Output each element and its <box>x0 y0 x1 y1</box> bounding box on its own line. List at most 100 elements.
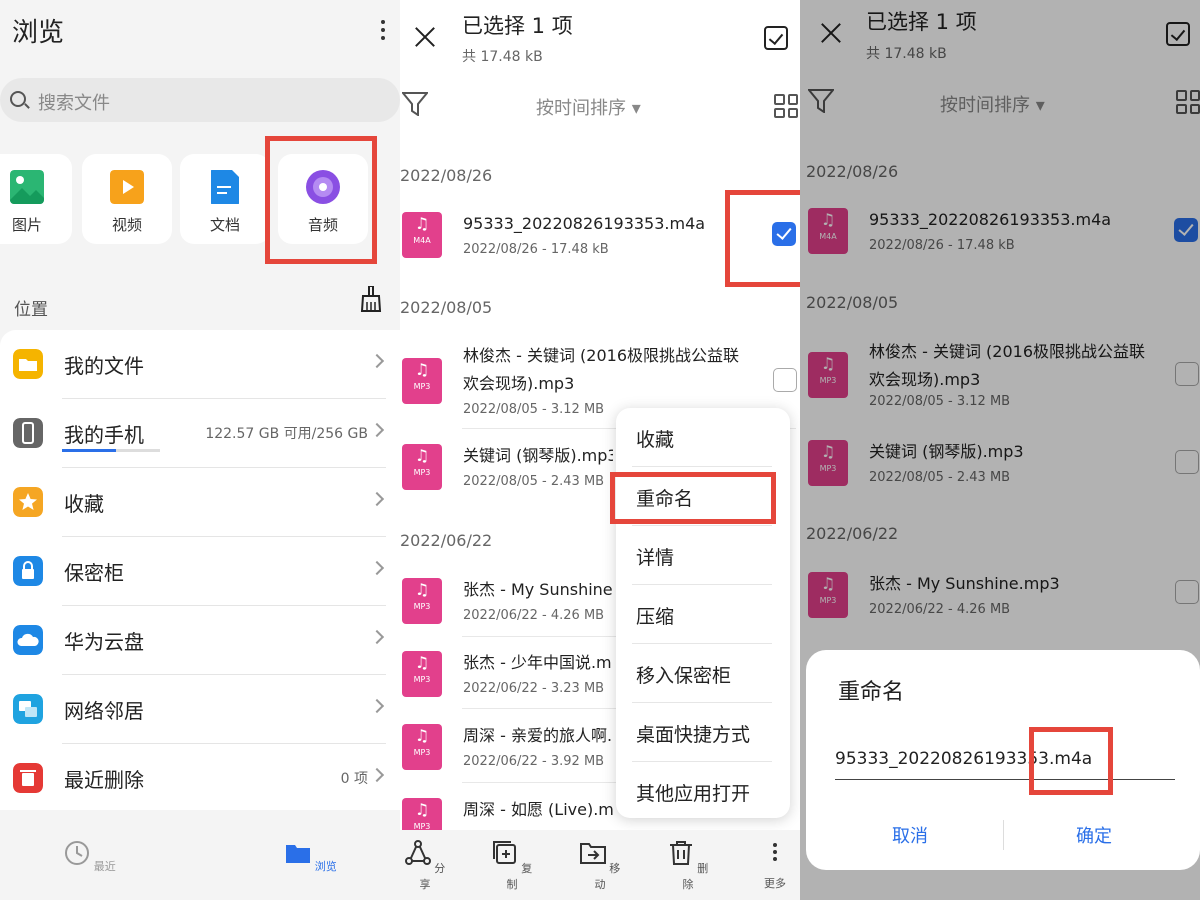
move-icon <box>579 843 606 864</box>
location-cloud-drive[interactable]: 华为云盘 <box>0 606 400 675</box>
more-icon <box>772 843 778 869</box>
select-all-icon[interactable] <box>764 26 788 50</box>
nav-label: 最近 <box>93 860 116 873</box>
location-label: 收藏 <box>64 492 104 516</box>
category-videos[interactable]: 视频 <box>82 154 172 244</box>
selection-size: 共 17.48 kB <box>462 49 543 65</box>
move-button[interactable]: 移动 <box>575 840 625 892</box>
toolbar-label: 移动 <box>594 862 621 891</box>
date-header: 2022/08/26 <box>400 166 493 185</box>
location-label: 网络邻居 <box>64 699 144 723</box>
chevron-right-icon <box>369 698 385 714</box>
delete-button[interactable]: 删除 <box>663 840 713 892</box>
audio-file-icon: ♫ MP3 <box>402 651 442 697</box>
file-name: 张杰 - 少年中国说.mp3 <box>463 653 613 672</box>
location-label: 最近删除 <box>64 768 144 792</box>
grid-view-icon[interactable] <box>774 94 798 118</box>
audio-file-icon: ♫ MP3 <box>402 578 442 624</box>
menu-item-compress[interactable]: 压缩 <box>616 585 790 644</box>
category-images[interactable]: 图片 <box>0 154 72 244</box>
rename-dialog: 重命名 95333_20220826193353.m4a 取消 确定 <box>806 650 1200 870</box>
divider <box>462 782 616 783</box>
bottom-navigation: 最近 浏览 <box>0 830 400 900</box>
sort-label: 按时间排序 <box>536 98 626 119</box>
item-count: 0 项 <box>340 771 368 787</box>
highlight-box <box>1029 727 1113 795</box>
file-info: 2022/08/05 - 3.12 MB <box>463 402 605 417</box>
location-my-files[interactable]: 我的文件 <box>0 330 400 399</box>
menu-item-label: 桌面快捷方式 <box>636 724 751 746</box>
divider <box>462 636 616 637</box>
dialog-title: 重命名 <box>838 680 905 705</box>
search-icon <box>10 91 26 107</box>
menu-item-favorite[interactable]: 收藏 <box>616 408 790 467</box>
cancel-button[interactable]: 取消 <box>892 822 928 848</box>
location-label: 华为云盘 <box>64 630 144 654</box>
file-info: 2022/06/22 - 3.23 MB <box>463 681 605 696</box>
date-header: 2022/06/22 <box>400 531 493 550</box>
audio-file-icon: ♫ MP3 <box>402 724 442 770</box>
more-options-icon[interactable] <box>380 16 386 44</box>
location-favorites[interactable]: 收藏 <box>0 468 400 537</box>
more-button[interactable]: 更多 <box>750 840 800 891</box>
location-list: 我的文件 我的手机 122.57 GB 可用/256 GB 收藏 保密柜 华为云… <box>0 330 400 810</box>
file-checkbox[interactable] <box>773 368 797 392</box>
category-documents[interactable]: 文档 <box>180 154 270 244</box>
section-label-location: 位置 <box>14 300 48 320</box>
toolbar-label: 删除 <box>682 862 709 891</box>
chevron-right-icon <box>369 422 385 438</box>
highlight-box <box>265 136 377 264</box>
location-network[interactable]: 网络邻居 <box>0 675 400 744</box>
video-icon <box>110 170 144 204</box>
storage-bar <box>62 449 160 452</box>
highlight-box <box>725 190 805 287</box>
toolbar-label: 分享 <box>419 862 446 891</box>
nav-browse[interactable]: 浏览 <box>281 840 341 874</box>
file-name: 张杰 - My Sunshine.mp3 <box>463 580 613 599</box>
audio-file-icon: ♫ MP3 <box>402 358 442 404</box>
browse-panel: 浏览 搜索文件 图片 视频 文档 音频 位置 我的文件 我的手机 122.57 <box>0 0 400 900</box>
file-name: 林俊杰 - 关键词 (2016极限挑战公益联欢会现场).mp3 <box>463 346 739 393</box>
menu-item-label: 详情 <box>636 547 675 569</box>
menu-item-label: 压缩 <box>636 606 675 628</box>
chevron-down-icon: ▾ <box>631 98 641 119</box>
date-header: 2022/08/05 <box>400 298 493 317</box>
clock-icon <box>65 841 90 865</box>
menu-item-move-to-safe[interactable]: 移入保密柜 <box>616 644 790 703</box>
selection-title: 已选择 1 项 <box>462 14 573 38</box>
category-label: 文档 <box>209 216 240 234</box>
storage-text: 122.57 GB 可用/256 GB <box>205 426 368 442</box>
share-button[interactable]: 分享 <box>400 840 450 892</box>
menu-item-open-with[interactable]: 其他应用打开 <box>616 762 790 821</box>
location-label: 保密柜 <box>64 561 124 585</box>
chevron-right-icon <box>369 353 385 369</box>
sort-dropdown[interactable]: 按时间排序 ▾ <box>536 94 641 120</box>
lock-icon <box>13 556 43 586</box>
file-name: 周深 - 亲爱的旅人啊.mp3 <box>463 726 613 745</box>
chevron-right-icon <box>369 491 385 507</box>
menu-item-label: 其他应用打开 <box>636 783 751 805</box>
nav-recent[interactable]: 最近 <box>60 840 120 874</box>
category-label: 图片 <box>11 216 42 234</box>
delete-icon <box>669 841 692 865</box>
copy-icon <box>492 841 516 864</box>
phone-icon <box>13 418 43 448</box>
close-icon[interactable] <box>414 26 436 48</box>
action-toolbar: 分享 复制 移动 删除 更多 <box>400 830 800 900</box>
chevron-right-icon <box>369 560 385 576</box>
location-safe[interactable]: 保密柜 <box>0 537 400 606</box>
location-my-phone[interactable]: 我的手机 122.57 GB 可用/256 GB <box>0 399 400 468</box>
search-input[interactable]: 搜索文件 <box>0 78 400 122</box>
filter-icon[interactable] <box>402 92 428 116</box>
confirm-button[interactable]: 确定 <box>1076 822 1112 848</box>
menu-item-desktop-shortcut[interactable]: 桌面快捷方式 <box>616 703 790 762</box>
file-info: 2022/06/22 - 4.26 MB <box>463 608 605 623</box>
location-recently-deleted[interactable]: 最近删除 0 项 <box>0 744 400 813</box>
broom-icon[interactable] <box>360 286 382 312</box>
copy-button[interactable]: 复制 <box>487 840 537 892</box>
location-label: 我的手机 <box>64 423 144 447</box>
chevron-right-icon <box>369 629 385 645</box>
file-name: 周深 - 如愿 (Live).mp3 <box>463 800 613 819</box>
rename-input[interactable]: 95333_20220826193353.m4a <box>835 746 1175 780</box>
menu-item-details[interactable]: 详情 <box>616 526 790 585</box>
